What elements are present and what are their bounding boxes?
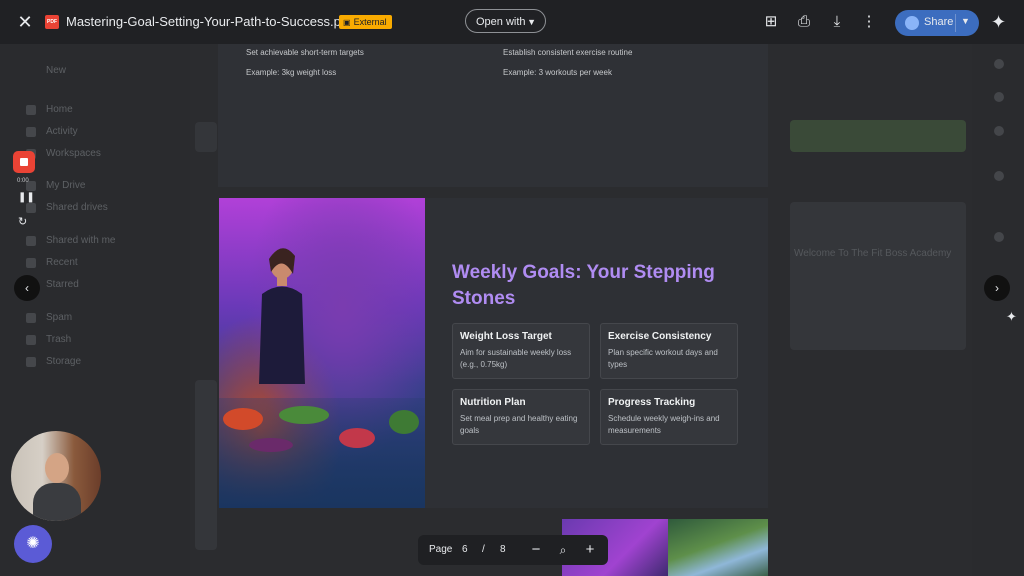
ai-sparkle-icon[interactable]: ✦ [1006,309,1017,325]
zoom-out-icon[interactable]: − [526,540,546,560]
bg-card-title: Welcome To The Fit Boss Academy [794,248,952,259]
card-body: Aim for sustainable weekly loss (e.g., 0… [460,348,572,369]
download-icon[interactable]: ⤓ [827,12,847,32]
page-label: Page [429,544,453,555]
goal-card: Weight Loss Target Aim for sustainable w… [452,323,590,379]
restart-icon[interactable]: ↻ [18,215,27,228]
bg-card [195,380,217,550]
zoom-icon[interactable]: ⌕ [553,540,573,560]
gemini-sparkle-icon[interactable]: ✦ [991,12,1006,33]
bg-new-label: New [46,65,67,76]
open-with-label: Open with [476,16,526,28]
bg-sidebar-item: Activity [46,126,78,137]
globe-icon [905,16,919,30]
page-text: Set achievable short-term targets [246,48,364,57]
bg-sidebar-item: Recent [46,257,78,268]
bg-sidebar-item: Shared with me [46,235,116,246]
file-name: Mastering-Goal-Setting-Your-Path-to-Succ… [66,14,352,29]
pause-icon[interactable]: ❚❚ [18,192,35,203]
pdf-file-icon: PDF [45,15,59,29]
external-icon: ▣ [343,18,351,27]
stop-recording-button[interactable] [13,151,35,173]
counter-with-vegetables [219,398,425,508]
external-badge-label: External [353,17,387,27]
current-page-input[interactable]: 6 [462,544,468,555]
goal-card: Nutrition Plan Set meal prep and healthy… [452,389,590,445]
more-vert-icon[interactable]: ⋮ [859,12,879,32]
bg-card [195,122,217,152]
presenter-body [33,483,81,521]
card-title: Nutrition Plan [460,397,526,408]
zoom-in-icon[interactable]: + [580,540,600,560]
woman-cooking-figure [259,248,305,384]
card-title: Weight Loss Target [460,331,552,342]
bg-sidebar-item: Workspaces [46,148,101,159]
card-body: Plan specific workout days and types [608,348,718,369]
share-divider [955,14,956,32]
card-title: Progress Tracking [608,397,696,408]
bg-card [790,120,966,152]
webcam-bubble[interactable] [11,431,101,521]
share-button[interactable]: Share ▼ [895,10,979,36]
goal-card: Progress Tracking Schedule weekly weigh-… [600,389,738,445]
bg-sidebar-item: Home [46,104,73,115]
page-text: Establish consistent exercise routine [503,48,633,57]
pdf-page-6: Weekly Goals: Your Stepping Stones Weigh… [219,198,768,508]
card-title: Exercise Consistency [608,331,712,342]
slide-title: Weekly Goals: Your Stepping Stones [452,262,715,309]
presenter-face [45,453,69,483]
open-with-button[interactable]: Open with ▼ [465,9,546,33]
share-label: Share [924,16,954,28]
page-text: Example: 3kg weight loss [246,68,337,77]
close-icon[interactable]: ✕ [16,13,34,31]
next-page-image-right [668,519,768,576]
add-comment-icon[interactable]: ⊞ [761,12,781,32]
bg-card: Welcome To The Fit Boss Academy [790,202,966,350]
goal-card: Exercise Consistency Plan specific worko… [600,323,738,379]
print-icon[interactable]: ⎙ [794,12,814,32]
pdf-page-5: Set achievable short-term targets Exampl… [218,44,768,187]
next-file-arrow-icon[interactable]: › [984,275,1010,301]
card-body: Set meal prep and healthy eating goals [460,414,578,435]
bg-sidebar-item: Starred [46,279,79,290]
recorder-menu-icon[interactable]: ✺ [14,525,52,563]
bg-sidebar-item: Storage [46,356,82,367]
card-body: Schedule weekly weigh-ins and measuremen… [608,414,720,435]
viewer-toolbar: ✕ PDF Mastering-Goal-Setting-Your-Path-t… [0,0,1024,44]
external-badge: ▣ External [339,15,392,29]
bg-sidebar-item: My Drive [46,180,86,191]
kitchen-photo [219,198,425,508]
share-dropdown-icon[interactable]: ▼ [961,16,970,26]
bg-sidebar-item: Trash [46,334,72,345]
chevron-down-icon: ▼ [527,17,536,27]
page-text: Example: 3 workouts per week [503,68,612,77]
previous-file-arrow-icon[interactable]: ‹ [14,275,40,301]
bg-sidebar-item: Shared drives [46,202,108,213]
recorder-controls: 0:00 ❚❚ ↻ [13,151,36,236]
total-pages: 8 [500,544,506,555]
bg-sidebar-item: Spam [46,312,73,323]
page-controls: Page 6 / 8 − ⌕ + [418,535,608,565]
page-separator: / [482,544,485,555]
recording-time: 0:00 [17,178,29,184]
